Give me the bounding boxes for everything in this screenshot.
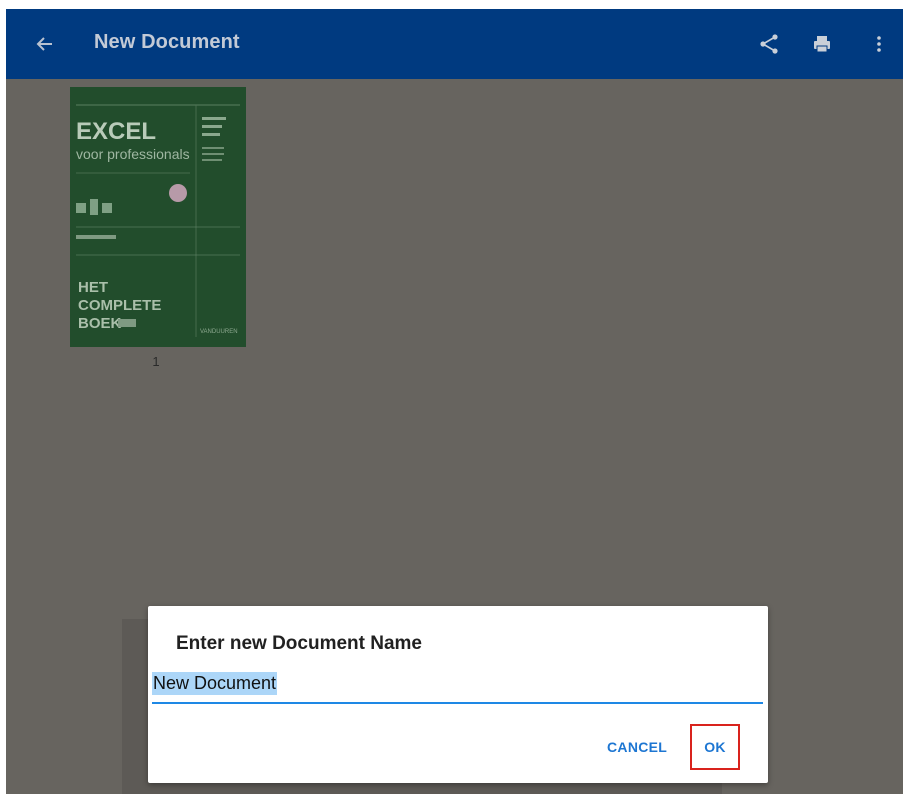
- rename-dialog: Enter new Document Name New Document CAN…: [148, 606, 768, 783]
- screen: New Document EXCEL voor professionals HE…: [6, 9, 903, 794]
- cancel-button[interactable]: CANCEL: [607, 739, 667, 755]
- back-button[interactable]: [32, 31, 58, 57]
- cover-text-line: HET: [78, 279, 108, 296]
- share-button[interactable]: [756, 31, 782, 57]
- cover-text-line: COMPLETE: [78, 297, 161, 314]
- ok-button[interactable]: OK: [690, 724, 740, 770]
- arrow-left-icon: [36, 37, 52, 51]
- cover-text-line: BOEK: [78, 315, 122, 332]
- print-button[interactable]: [809, 31, 835, 57]
- cover-title: EXCEL: [76, 118, 156, 145]
- cover-subtitle: voor professionals: [76, 146, 190, 162]
- share-icon: [760, 34, 778, 54]
- print-icon: [814, 36, 830, 53]
- more-options-button[interactable]: [866, 31, 892, 57]
- cover-publisher: VANDUUREN: [200, 329, 238, 335]
- page-number: 1: [152, 354, 160, 369]
- document-title: New Document: [94, 31, 240, 53]
- page-thumbnail[interactable]: EXCEL voor professionals HET COMPLETE BO…: [70, 87, 246, 347]
- app-bar: New Document: [6, 9, 903, 79]
- book-cover-image: EXCEL voor professionals HET COMPLETE BO…: [70, 87, 246, 347]
- more-vert-icon: [877, 36, 881, 52]
- document-name-value[interactable]: New Document: [152, 672, 278, 695]
- dialog-title: Enter new Document Name: [176, 633, 422, 654]
